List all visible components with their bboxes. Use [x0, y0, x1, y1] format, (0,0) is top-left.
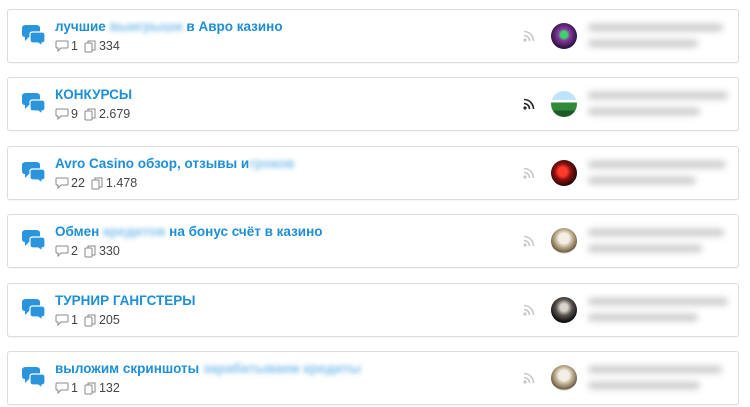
forum-title-link[interactable]: Обмен кредитов на бонус счёт в казино — [55, 224, 323, 239]
replies-count: 9 — [71, 107, 78, 121]
forum-row[interactable]: ТУРНИР ГАНГСТЕРЫ 1 205 — [7, 283, 739, 337]
speech-bubbles-icon — [22, 367, 46, 389]
forum-stats: 1 334 — [55, 39, 126, 53]
views-count: 205 — [98, 313, 120, 327]
speech-bubbles-icon — [22, 162, 46, 184]
title-text: в Авро казино — [182, 19, 283, 34]
rss-icon[interactable] — [523, 235, 535, 247]
forum-stats: 22 1.478 — [55, 176, 143, 190]
title-text: на бонус счёт в казино — [165, 224, 323, 239]
avatar[interactable] — [551, 160, 577, 186]
forum-title-link[interactable]: лучшие выигрыши в Авро казино — [55, 19, 283, 34]
replies-count: 2 — [71, 244, 78, 258]
forum-stats: 1 132 — [55, 381, 126, 395]
views-count: 1.478 — [105, 176, 138, 190]
rss-icon[interactable] — [523, 167, 535, 179]
forum-row[interactable]: выложим скриншоты зарабатываем кредиты 1… — [7, 351, 739, 405]
comment-icon — [55, 40, 69, 52]
replies-count: 1 — [71, 313, 78, 327]
comment-icon — [55, 177, 69, 189]
title-text: выложим скриншоты — [55, 361, 203, 376]
copy-icon — [84, 382, 96, 394]
replies-count: 1 — [71, 381, 78, 395]
last-post-info-blurred — [582, 153, 730, 193]
forum-stats: 2 330 — [55, 244, 126, 258]
title-text: лучшие — [55, 19, 110, 34]
title-text: Avro Casino обзор, отзывы и — [55, 156, 250, 171]
views-count: 334 — [98, 39, 120, 53]
avatar[interactable] — [551, 365, 577, 391]
title-blurred-text: выигрыши — [109, 19, 183, 34]
replies-count: 22 — [71, 176, 85, 190]
title-blurred-text: гроков — [249, 156, 295, 171]
last-post-info-blurred — [582, 16, 730, 56]
comment-icon — [55, 245, 69, 257]
last-post-info-blurred — [582, 221, 730, 261]
forum-stats: 9 2.679 — [55, 107, 136, 121]
copy-icon — [84, 314, 96, 326]
last-post-info-blurred — [582, 84, 730, 124]
forum-list: лучшие выигрыши в Авро казино 1 334 КОНК… — [0, 0, 750, 407]
title-text: Обмен — [55, 224, 104, 239]
forum-title-link[interactable]: Avro Casino обзор, отзывы игроков — [55, 156, 294, 171]
last-post-info-blurred — [582, 358, 730, 398]
title-text: КОНКУРСЫ — [55, 87, 133, 102]
title-blurred-text: кредитов — [103, 224, 166, 239]
copy-icon — [84, 40, 96, 52]
forum-title-link[interactable]: КОНКУРСЫ — [55, 87, 132, 102]
forum-title-link[interactable]: ТУРНИР ГАНГСТЕРЫ — [55, 293, 196, 308]
views-count: 330 — [98, 244, 120, 258]
views-count: 132 — [98, 381, 120, 395]
comment-icon — [55, 108, 69, 120]
avatar[interactable] — [551, 23, 577, 49]
forum-row[interactable]: Обмен кредитов на бонус счёт в казино 2 … — [7, 214, 739, 268]
speech-bubbles-icon — [22, 299, 46, 321]
forum-stats: 1 205 — [55, 313, 126, 327]
rss-icon[interactable] — [523, 372, 535, 384]
comment-icon — [55, 382, 69, 394]
forum-row[interactable]: Avro Casino обзор, отзывы игроков 22 1.4… — [7, 146, 739, 200]
forum-row[interactable]: КОНКУРСЫ 9 2.679 — [7, 77, 739, 131]
forum-title-link[interactable]: выложим скриншоты зарабатываем кредиты — [55, 361, 361, 376]
speech-bubbles-icon — [22, 230, 46, 252]
speech-bubbles-icon — [22, 25, 46, 47]
rss-icon[interactable] — [523, 304, 535, 316]
avatar[interactable] — [551, 228, 577, 254]
rss-icon[interactable] — [523, 98, 535, 110]
title-blurred-text: зарабатываем кредиты — [202, 361, 361, 376]
copy-icon — [84, 245, 96, 257]
last-post-info-blurred — [582, 290, 730, 330]
title-text: ТУРНИР ГАНГСТЕРЫ — [55, 293, 196, 308]
replies-count: 1 — [71, 39, 78, 53]
speech-bubbles-icon — [22, 93, 46, 115]
comment-icon — [55, 314, 69, 326]
avatar[interactable] — [551, 297, 577, 323]
copy-icon — [84, 108, 96, 120]
avatar[interactable] — [551, 91, 577, 117]
views-count: 2.679 — [98, 107, 131, 121]
copy-icon — [91, 177, 103, 189]
rss-icon[interactable] — [523, 30, 535, 42]
forum-row[interactable]: лучшие выигрыши в Авро казино 1 334 — [7, 9, 739, 63]
